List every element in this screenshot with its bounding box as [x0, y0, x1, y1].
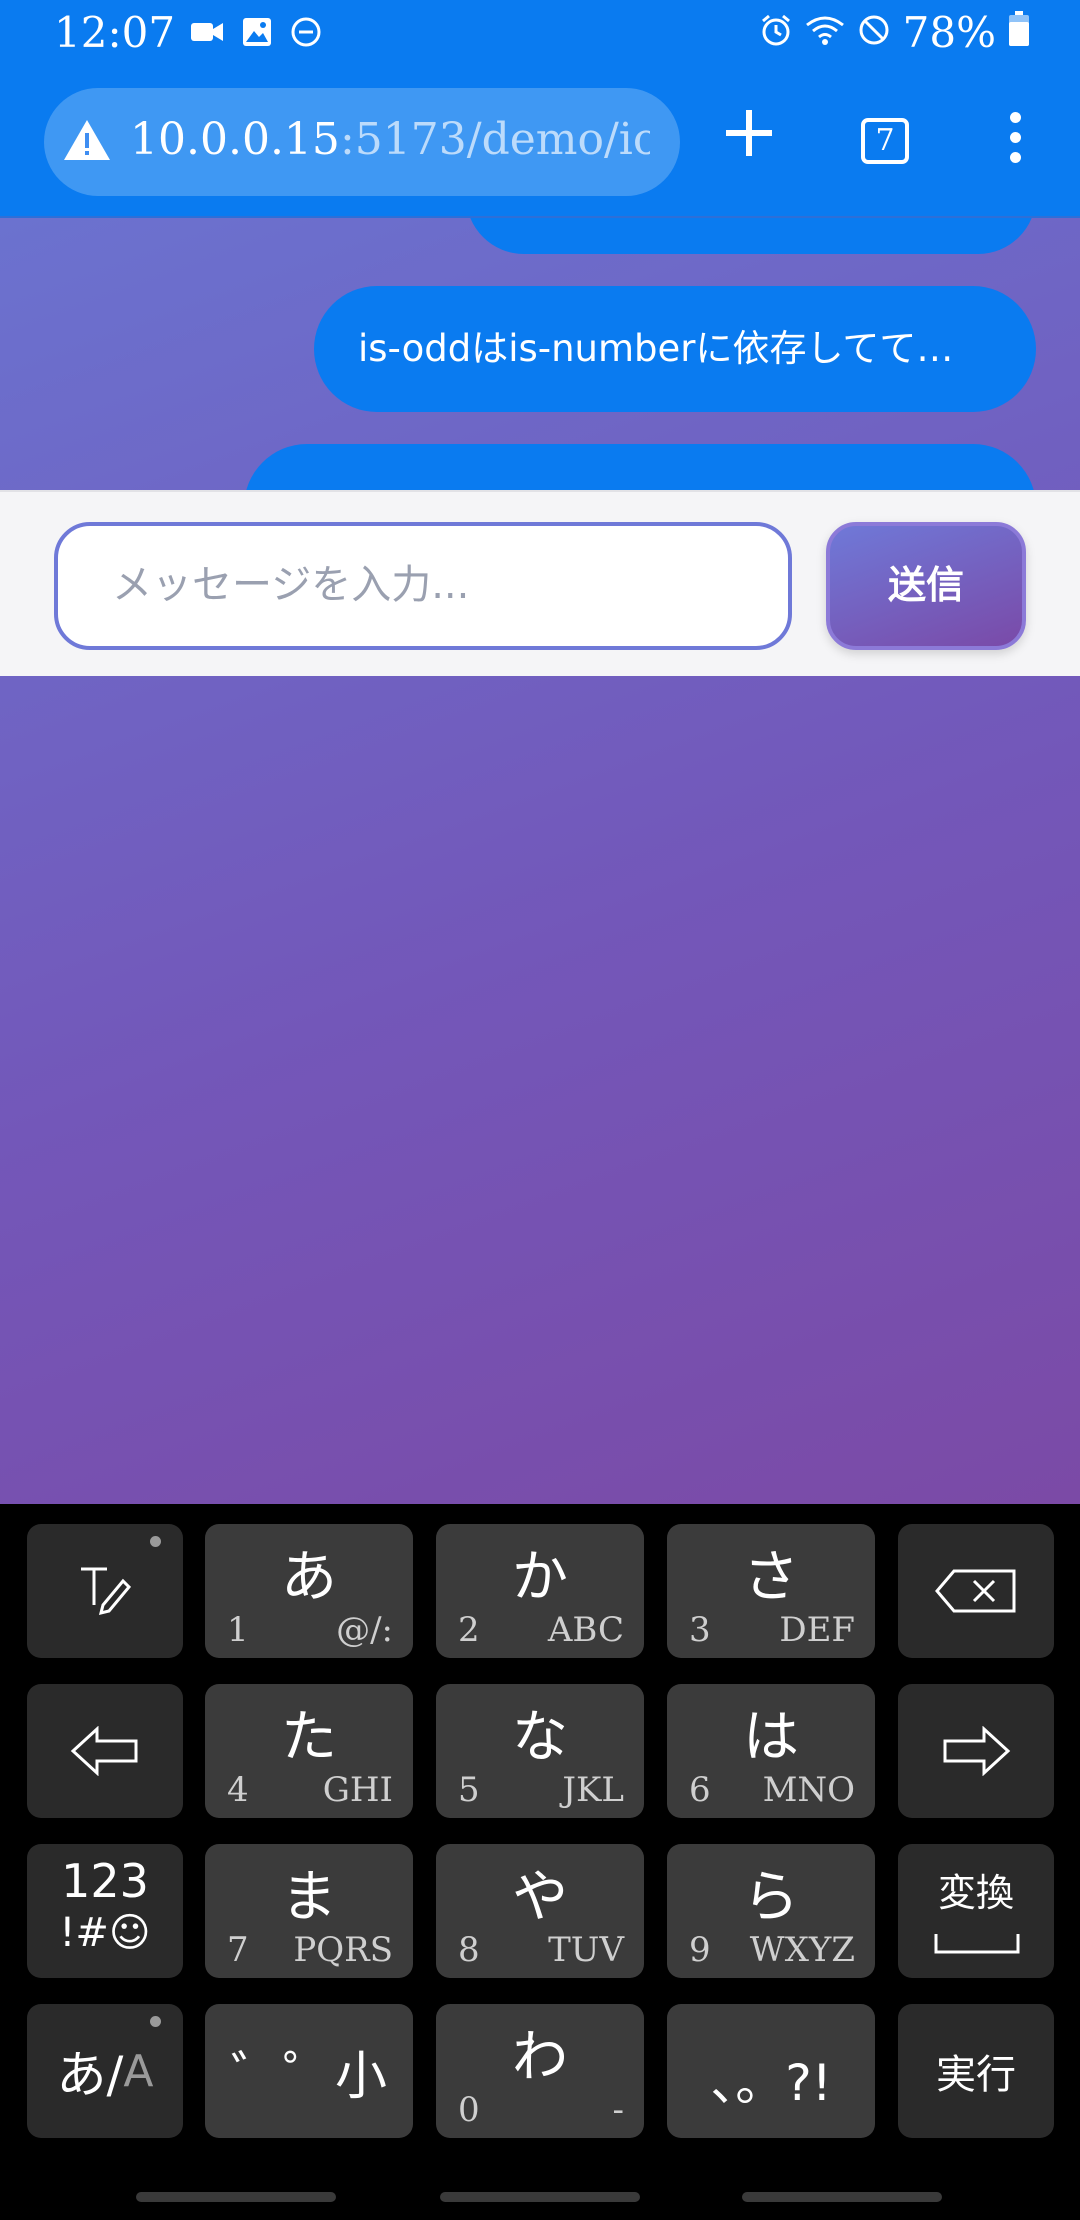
- key-na[interactable]: な 5 JKL: [436, 1684, 644, 1818]
- key-letters: -: [612, 2090, 625, 2130]
- nav-handle-left[interactable]: [136, 2192, 336, 2202]
- url-text[interactable]: 10.0.0.15:5173/demo/ios: [130, 114, 650, 165]
- input-mode-kana: あ/: [56, 2046, 124, 2104]
- warning-icon[interactable]: [62, 118, 112, 166]
- space-icon: [934, 1932, 1020, 1958]
- pen-icon: [27, 1524, 183, 1658]
- key-letters: ABC: [547, 1610, 624, 1650]
- battery-text: 78%: [902, 8, 996, 57]
- alarm-icon: [759, 8, 793, 57]
- key-letters: MNO: [762, 1770, 855, 1810]
- key-number: 1: [227, 1610, 249, 1650]
- key-letters: DEF: [779, 1610, 855, 1650]
- key-kana: た: [281, 1705, 337, 1770]
- video-icon: [190, 19, 224, 49]
- chat-page: is-oddはis-numberに依存してて… たった一行で書ける処理に2つのパ…: [0, 218, 1080, 1504]
- handwriting-key[interactable]: [27, 1524, 183, 1658]
- key-letters: GHI: [322, 1770, 393, 1810]
- input-mode-alpha: A: [123, 2045, 154, 2097]
- key-kana: は: [743, 1705, 799, 1770]
- key-ka[interactable]: か 2 ABC: [436, 1524, 644, 1658]
- key-kana: さ: [743, 1545, 799, 1610]
- new-tab-icon[interactable]: [722, 106, 776, 164]
- key-kana: か: [512, 1545, 568, 1610]
- japanese-keyboard: あ 1 @/: か 2 ABC さ 3 DEF た 4 GHI な 5 JKL …: [0, 1504, 1080, 2220]
- key-ma[interactable]: ま 7 PQRS: [205, 1844, 413, 1978]
- send-button[interactable]: 送信: [826, 522, 1026, 650]
- status-time: 12:07: [54, 8, 176, 57]
- url-host: 10.0.0.15: [130, 114, 340, 165]
- key-kana: や: [512, 1865, 568, 1930]
- nav-handle-right[interactable]: [742, 2192, 942, 2202]
- arrow-right-icon: [898, 1684, 1054, 1818]
- address-bar[interactable]: 10.0.0.15:5173/demo/ios: [44, 88, 680, 196]
- punctuation-key[interactable]: 、。?!: [667, 2004, 875, 2138]
- dnd-icon: [290, 16, 322, 52]
- number-mode-label: 123: [61, 1854, 149, 1908]
- key-letters: WXYZ: [749, 1930, 855, 1970]
- key-kana: あ: [281, 1545, 337, 1610]
- key-number: 4: [227, 1770, 249, 1810]
- key-number: 8: [458, 1930, 480, 1970]
- enter-key[interactable]: 実行: [898, 2004, 1054, 2138]
- blocked-icon: [857, 8, 891, 57]
- key-letters: @/:: [336, 1610, 393, 1650]
- key-letters: TUV: [548, 1930, 624, 1970]
- dakuten-label: ゛゜小: [230, 2046, 387, 2107]
- convert-label: 変換: [937, 1871, 1014, 1915]
- status-bar: 12:07 78%: [0, 0, 1080, 66]
- key-ra[interactable]: ら 9 WXYZ: [667, 1844, 875, 1978]
- key-a[interactable]: あ 1 @/:: [205, 1524, 413, 1658]
- key-ha[interactable]: は 6 MNO: [667, 1684, 875, 1818]
- key-number: 6: [689, 1770, 711, 1810]
- message-input[interactable]: メッセージを入力...: [54, 522, 792, 650]
- cursor-left-key[interactable]: [27, 1684, 183, 1818]
- key-letters: PQRS: [293, 1930, 393, 1970]
- key-letters: JKL: [562, 1770, 624, 1810]
- status-right: 78%: [759, 8, 1030, 57]
- key-kana: ま: [281, 1865, 337, 1930]
- number-symbol-key[interactable]: 123 !#☺: [27, 1844, 183, 1978]
- backspace-key[interactable]: [898, 1524, 1054, 1658]
- key-kana: な: [512, 1705, 568, 1770]
- key-number: 7: [227, 1930, 249, 1970]
- key-number: 3: [689, 1610, 711, 1650]
- key-ta[interactable]: た 4 GHI: [205, 1684, 413, 1818]
- battery-icon: [1008, 8, 1030, 57]
- enter-label: 実行: [936, 2052, 1016, 2098]
- key-number: 9: [689, 1930, 711, 1970]
- nav-handle-center[interactable]: [440, 2192, 640, 2202]
- key-kana: わ: [512, 2025, 568, 2090]
- key-number: 5: [458, 1770, 480, 1810]
- key-ya[interactable]: や 8 TUV: [436, 1844, 644, 1978]
- punctuation-label: 、。?!: [710, 2054, 832, 2112]
- backspace-icon: [898, 1524, 1054, 1658]
- status-left-icons: [190, 16, 322, 52]
- symbol-mode-label: !#☺: [59, 1910, 151, 1956]
- browser-toolbar: 10.0.0.15:5173/demo/ios 7: [0, 66, 1080, 218]
- key-number: 2: [458, 1610, 480, 1650]
- tab-switcher-button[interactable]: 7: [861, 118, 909, 164]
- input-mode-label: あ/A: [27, 2004, 183, 2138]
- key-wa[interactable]: わ 0 -: [436, 2004, 644, 2138]
- message-composer: メッセージを入力... 送信: [0, 490, 1080, 676]
- arrow-left-icon: [27, 1684, 183, 1818]
- chat-bubble: [466, 218, 1036, 254]
- dakuten-small-key[interactable]: ゛゜小: [205, 2004, 413, 2138]
- url-path: :5173/demo/ios: [339, 114, 650, 165]
- convert-space-key[interactable]: 変換: [898, 1844, 1054, 1978]
- wifi-icon: [805, 8, 845, 57]
- input-mode-key[interactable]: あ/A: [27, 2004, 183, 2138]
- key-kana: ら: [743, 1865, 799, 1930]
- image-icon: [242, 17, 272, 51]
- cursor-right-key[interactable]: [898, 1684, 1054, 1818]
- more-menu-icon[interactable]: [1000, 112, 1030, 172]
- chat-bubble: is-oddはis-numberに依存してて…: [314, 286, 1036, 412]
- key-number: 0: [458, 2090, 480, 2130]
- key-sa[interactable]: さ 3 DEF: [667, 1524, 875, 1658]
